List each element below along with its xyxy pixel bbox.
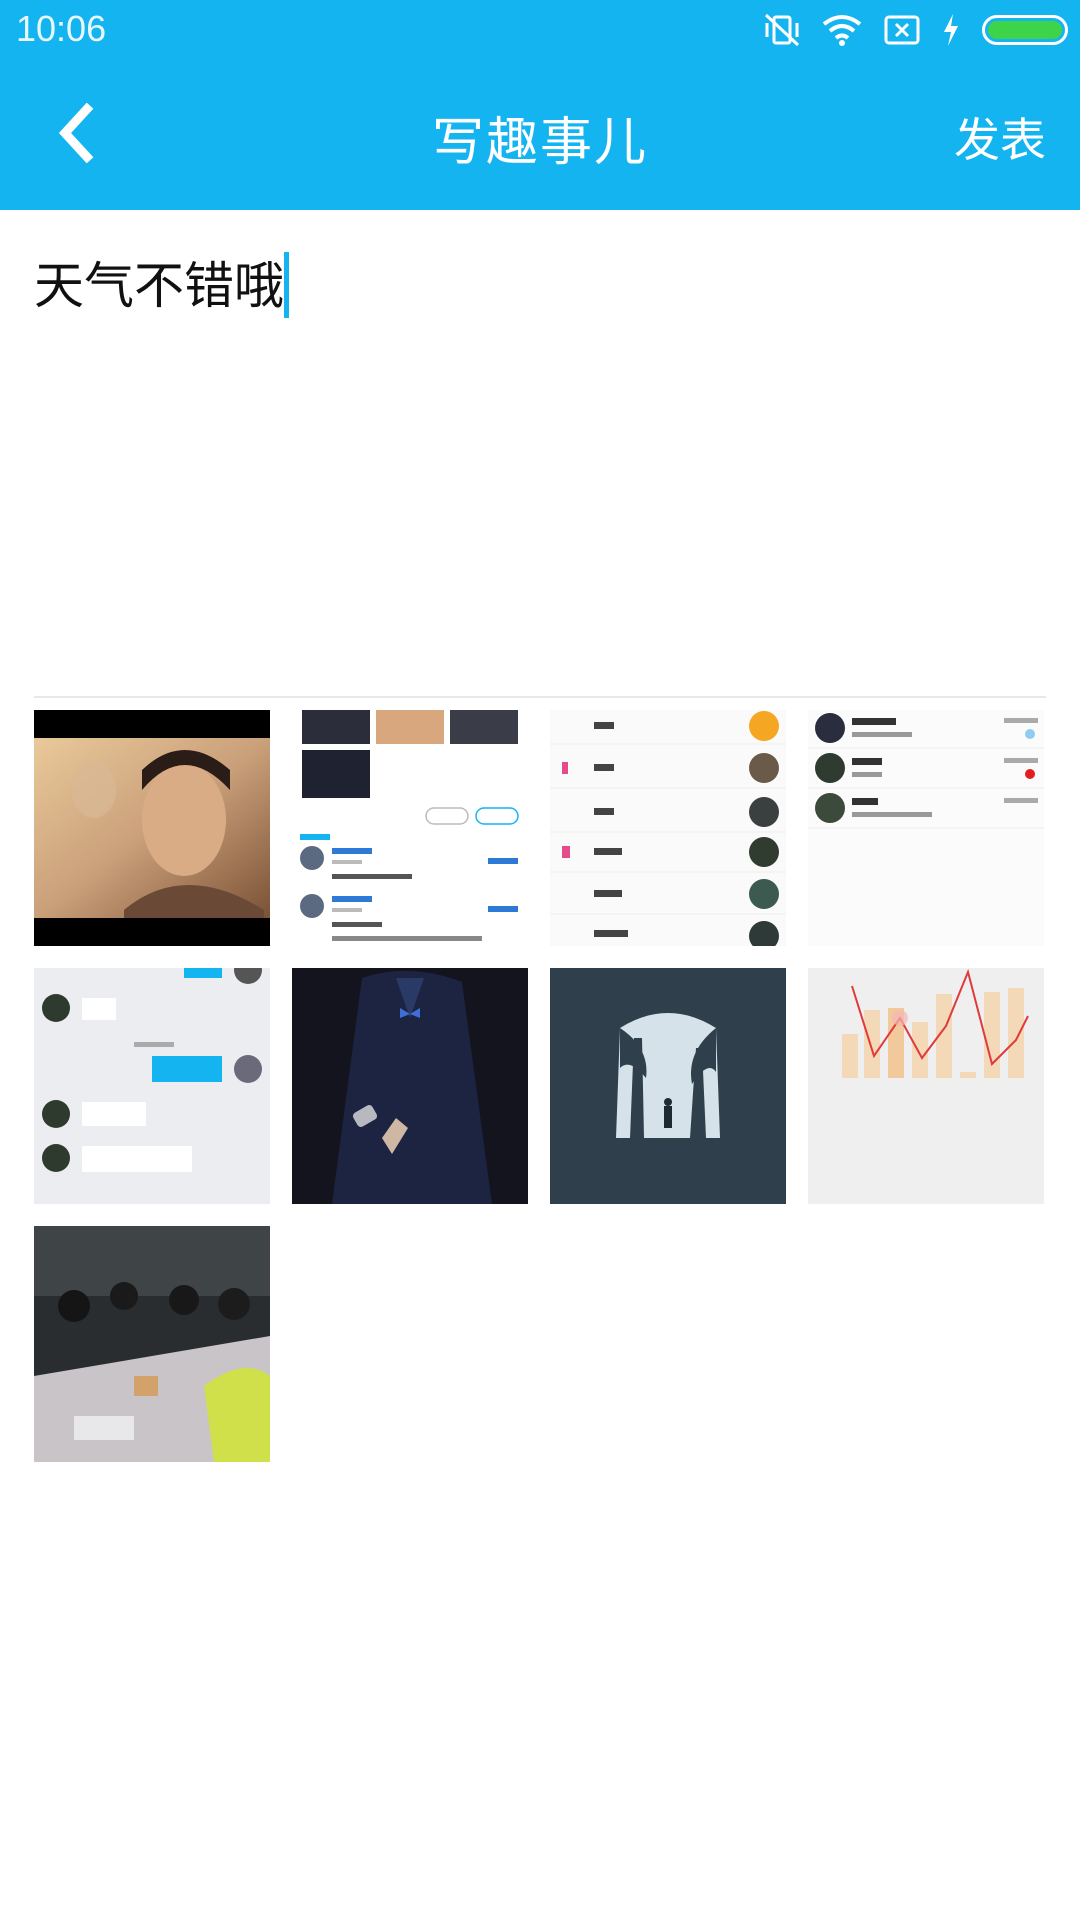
no-sim-icon [884, 15, 920, 45]
wifi-icon [822, 15, 862, 46]
post-text-value: 天气不错哦 [34, 257, 284, 315]
photo-chat-list[interactable] [808, 710, 1044, 946]
photo-meeting-room[interactable] [34, 1226, 270, 1462]
divider [34, 696, 1046, 698]
text-caret [284, 252, 289, 318]
status-time: 10:06 [16, 8, 107, 49]
page-title: 写趣事儿 [431, 113, 648, 173]
status-icons [764, 10, 1068, 50]
photo-contacts-list[interactable] [550, 710, 786, 946]
vibrate-off-icon [764, 13, 800, 47]
charging-icon [944, 14, 958, 46]
post-text-input[interactable]: 天气不错哦 [34, 248, 1034, 348]
photo-portrait-poster[interactable] [34, 710, 270, 946]
photo-man-in-suit[interactable] [292, 968, 528, 1204]
battery-icon [982, 15, 1068, 45]
photo-chat-conversation[interactable] [34, 968, 270, 1204]
photo-comments-screenshot[interactable] [292, 710, 528, 946]
battery-level [988, 21, 1062, 39]
photo-chart[interactable] [808, 968, 1044, 1204]
status-bar: 10:06 [0, 0, 1080, 60]
publish-button[interactable]: 发表 [954, 104, 1046, 170]
app-bar: 写趣事儿 发表 [0, 60, 1080, 210]
photo-forest-illustration[interactable] [550, 968, 786, 1204]
